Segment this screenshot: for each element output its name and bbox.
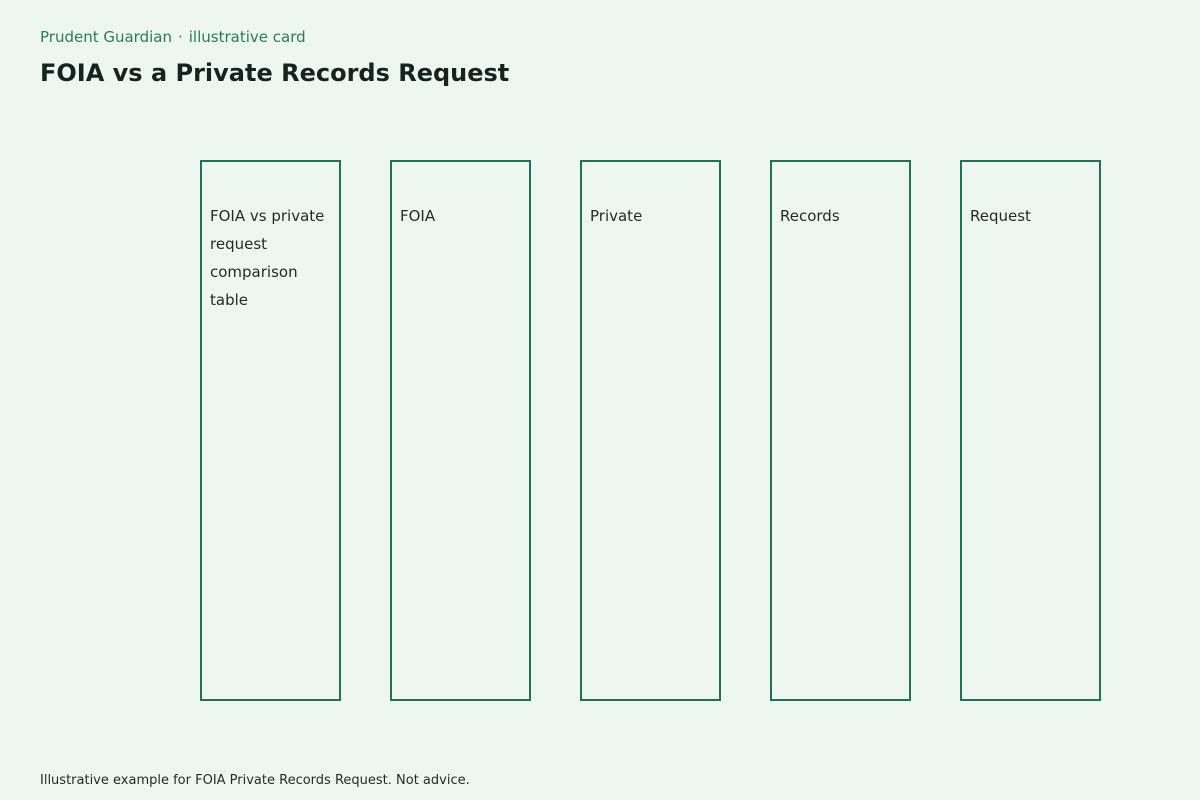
- column-label: Request: [970, 207, 1031, 225]
- page-title: FOIA vs a Private Records Request: [40, 59, 510, 87]
- column-table-label: FOIA vs private request comparison table: [200, 160, 341, 701]
- column-label: Records: [780, 207, 840, 225]
- brand-name: Prudent Guardian: [40, 28, 172, 46]
- brand-line: Prudent Guardian · illustrative card: [40, 27, 509, 47]
- column-label: Private: [590, 207, 643, 225]
- header: Prudent Guardian · illustrative card FOIA …: [40, 27, 509, 89]
- column-label: FOIA: [400, 207, 436, 225]
- column-records: Records: [770, 160, 911, 701]
- comparison-columns: FOIA vs private request comparison table…: [200, 160, 1101, 701]
- column-private: Private: [580, 160, 721, 701]
- brand-separator: ·: [177, 28, 183, 46]
- column-foia: FOIA: [390, 160, 531, 701]
- column-request: Request: [960, 160, 1101, 701]
- footer-disclaimer: Illustrative example for FOIA Private Re…: [40, 773, 470, 788]
- column-label: FOIA vs private request comparison table: [210, 207, 325, 309]
- card-tag: illustrative card: [188, 28, 306, 46]
